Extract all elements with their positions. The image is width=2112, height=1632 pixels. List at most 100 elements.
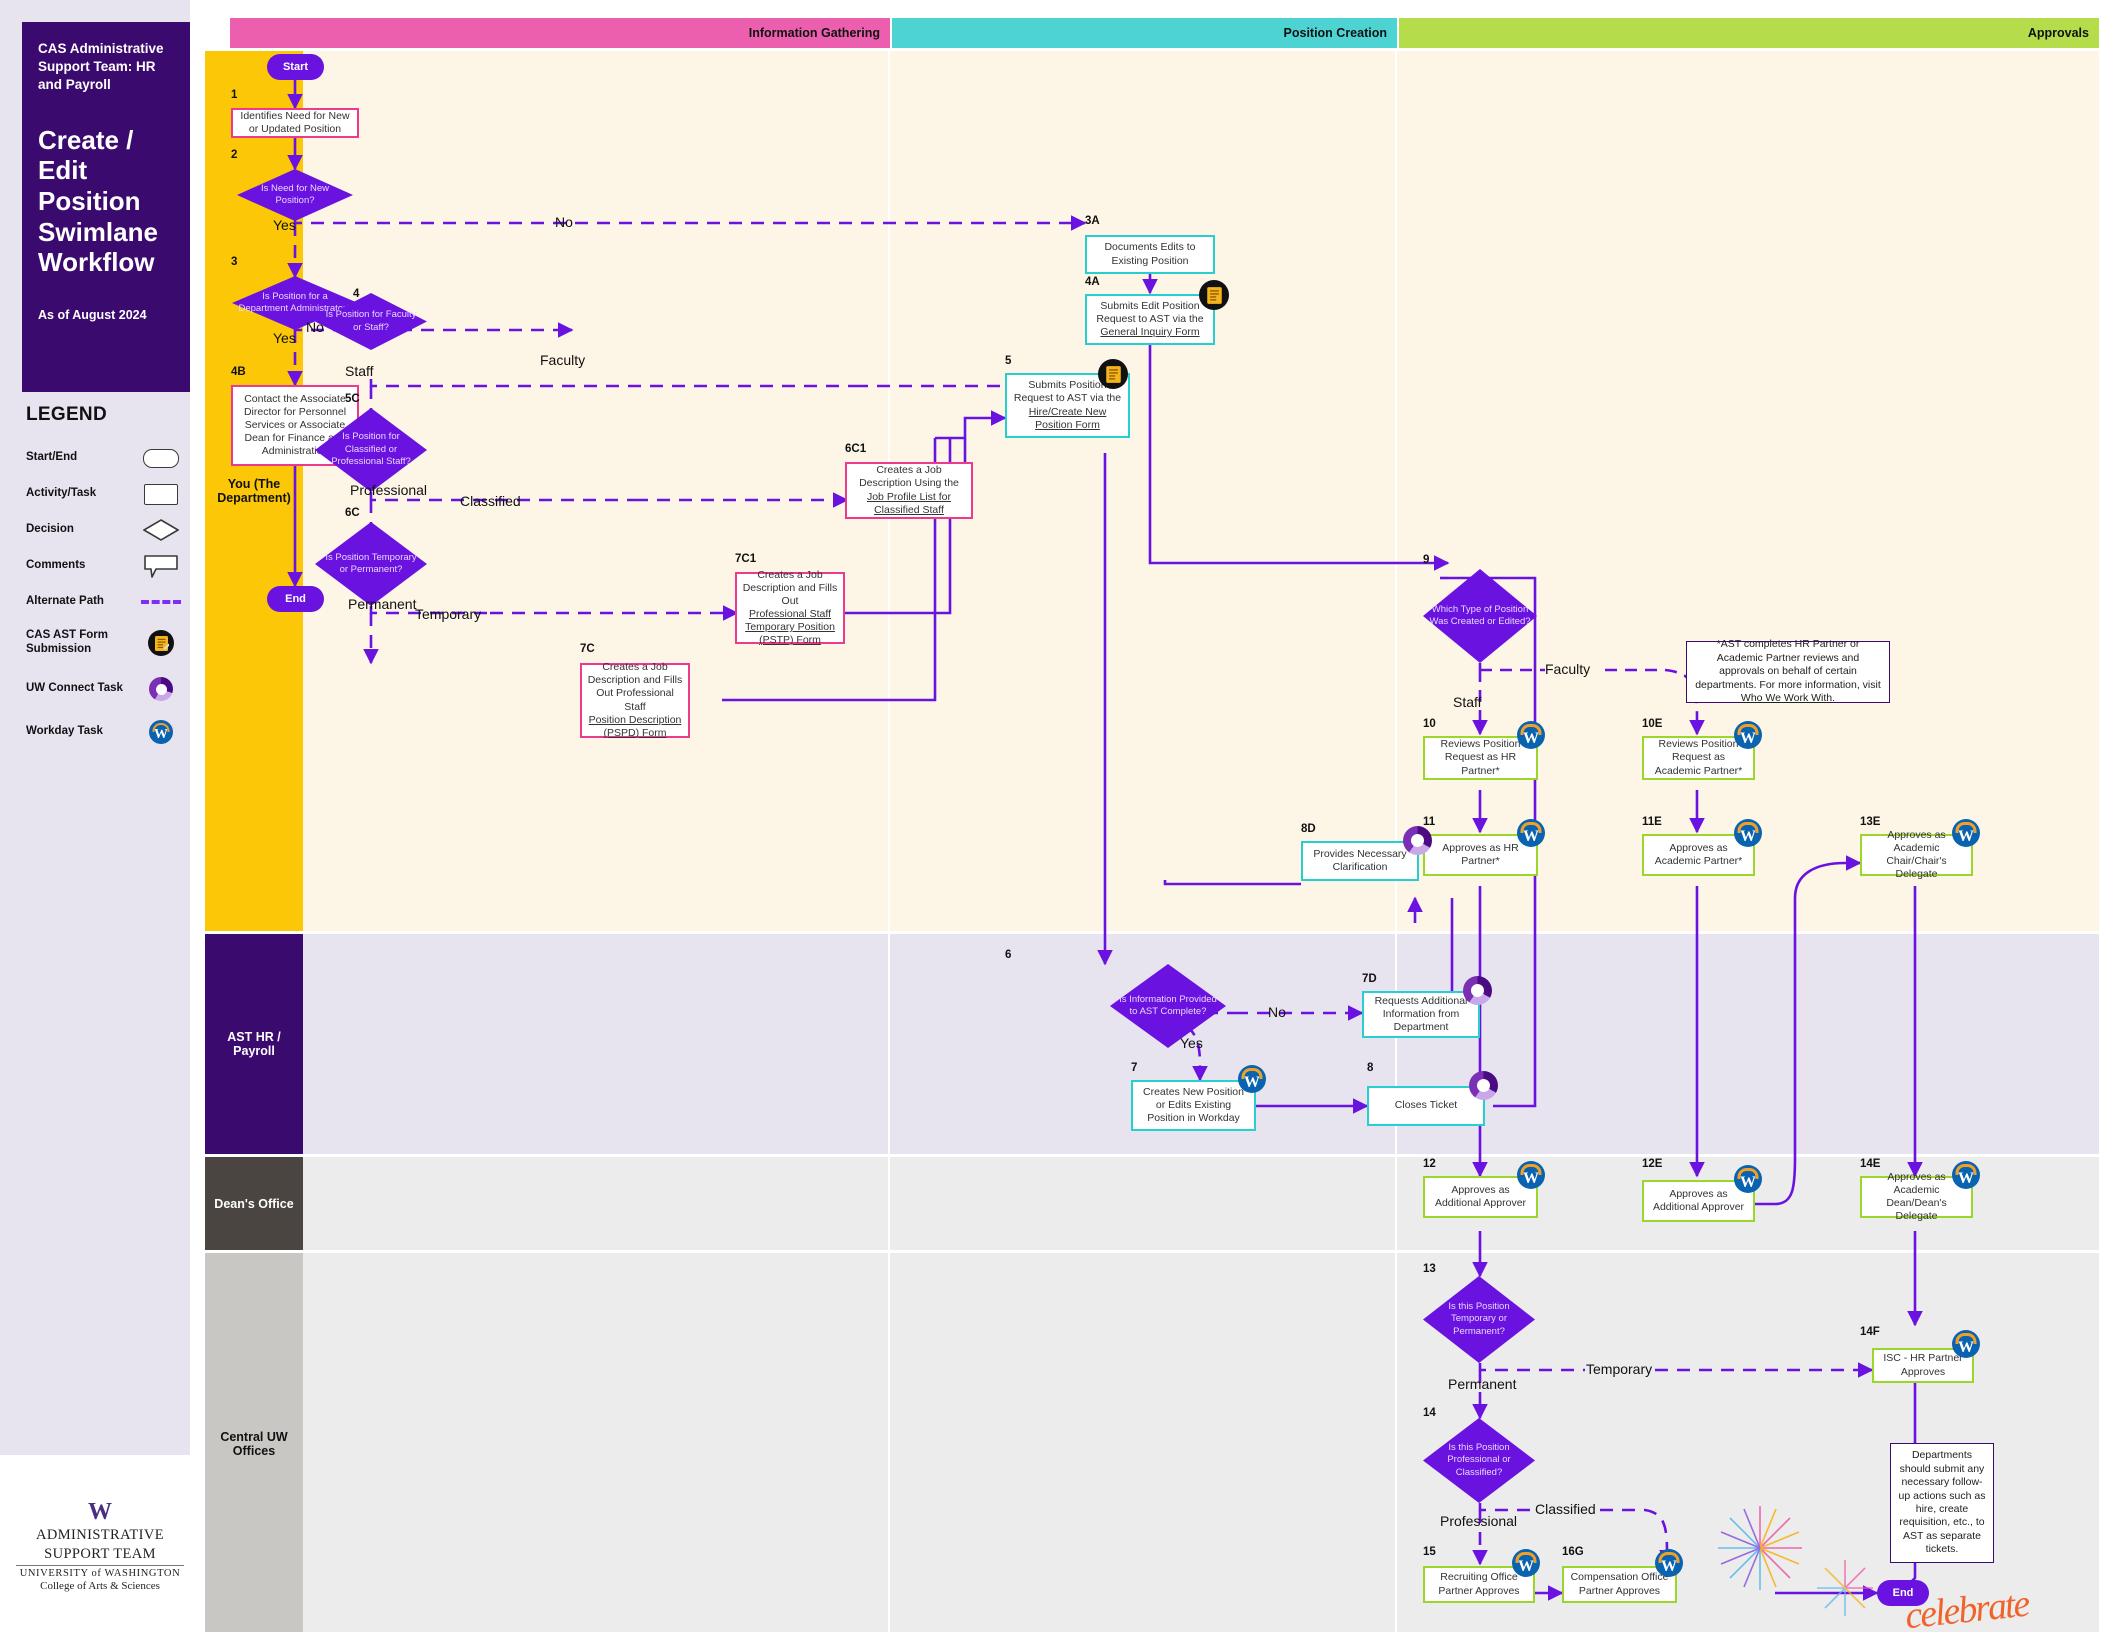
node-creates-jd-pspd: Creates a Job Description and Fills Out … <box>580 661 690 740</box>
legend-label: Comments <box>26 559 86 572</box>
end-terminator-left: End <box>267 586 324 612</box>
end-label: End <box>285 593 306 605</box>
node-text: Creates a Job Description and Fills Out … <box>587 661 683 713</box>
edge-label-faculty-2: Faculty <box>1545 661 1591 677</box>
as-of-date: As of August 2024 <box>38 308 147 323</box>
node-text: Is Need for New Position? <box>260 182 330 206</box>
comment-text: *AST completes HR Partner or Academic Pa… <box>1695 638 1881 691</box>
dashed-line-icon <box>138 600 184 604</box>
edge-label-classified-1: Classified <box>460 493 521 509</box>
edge-label-no-2: No <box>306 319 324 335</box>
node-tag-1: 1 <box>231 89 238 101</box>
general-inquiry-form-link[interactable]: General Inquiry Form <box>1100 326 1199 339</box>
workday-icon: W <box>1734 1165 1762 1193</box>
legend-item-activity: Activity/Task <box>22 476 190 512</box>
edge-label-permanent-2: Permanent <box>1448 1376 1517 1392</box>
node-tag-14F: 14F <box>1860 1326 1880 1338</box>
start-label: Start <box>282 61 309 73</box>
node-text: Creates New Position or Edits Existing P… <box>1143 1085 1244 1125</box>
node-tag-5: 5 <box>1005 355 1012 367</box>
workday-icon: W <box>1517 721 1545 749</box>
left-panel: CAS Administrative Support Team: HR and … <box>0 0 190 1592</box>
node-tag-12E: 12E <box>1642 1158 1663 1170</box>
node-documents-edits: Documents Edits to Existing Position <box>1085 235 1215 274</box>
node-tag-16G: 16G <box>1562 1546 1584 1558</box>
edge-label-classified-2: Classified <box>1535 1501 1596 1517</box>
node-text: Which Type of Position Was Created or Ed… <box>1429 603 1531 627</box>
node-tag-14E: 14E <box>1860 1158 1881 1170</box>
node-creates-jd-pstp: Creates a Job Description and Fills Out … <box>735 568 845 647</box>
uw-connect-icon <box>1403 826 1432 855</box>
job-profile-list-link[interactable]: Job Profile List for Classified Staff <box>852 491 966 517</box>
node-text: Approves as HR Partner* <box>1442 841 1519 867</box>
edge-label-staff-2: Staff <box>1453 694 1482 710</box>
workday-icon: W <box>1952 819 1980 847</box>
edge-label-yes-1: Yes <box>273 217 296 233</box>
node-text: Is this Position Temporary or Permanent? <box>1448 1300 1510 1337</box>
legend-item-uw-connect: UW Connect Task <box>22 666 190 712</box>
legend-label: Decision <box>26 523 74 536</box>
node-text: Provides Necessary Clarification <box>1313 847 1407 873</box>
legend-label: CAS AST Form Submission <box>26 629 108 655</box>
comment-text-end: . <box>1832 692 1836 705</box>
comment-followup-actions: Departments should submit any necessary … <box>1890 1443 1994 1563</box>
node-tag-4A: 4A <box>1085 276 1100 288</box>
node-tag-6C1: 6C1 <box>845 443 867 455</box>
node-tag-4: 4 <box>353 288 360 300</box>
pspd-form-link[interactable]: Position Description (PSPD) Form <box>587 714 683 740</box>
hire-create-position-form-link[interactable]: Hire/Create New Position Form <box>1012 406 1123 432</box>
uw-connect-icon <box>138 677 184 701</box>
node-tag-11E: 11E <box>1642 816 1662 828</box>
pstp-form-link[interactable]: Professional Staff Temporary Position (P… <box>742 608 838 647</box>
start-terminator: Start <box>267 54 324 80</box>
workday-icon: W <box>1655 1549 1683 1577</box>
node-tag-6: 6 <box>1005 949 1012 961</box>
node-text: Documents Edits to Existing Position <box>1104 241 1196 267</box>
legend-label: UW Connect Task <box>26 682 123 695</box>
node-tag-10: 10 <box>1423 718 1436 730</box>
uw-w-mark: W <box>88 1499 112 1525</box>
edge-label-temporary-2: Temporary <box>1586 1361 1653 1377</box>
legend-item-start-end: Start/End <box>22 440 190 476</box>
edge-label-professional-1: Professional <box>350 482 428 498</box>
decision-is-information-complete: Is Information Provided to AST Complete? <box>1110 964 1226 1048</box>
node-text: Identifies Need for New or Updated Posit… <box>240 109 350 135</box>
callout-shape-icon <box>138 554 184 578</box>
title-block: CAS Administrative Support Team: HR and … <box>22 22 190 392</box>
workday-icon: W <box>1238 1065 1266 1093</box>
node-tag-5C: 5C <box>345 393 360 405</box>
node-tag-8: 8 <box>1367 1062 1374 1074</box>
node-tag-3: 3 <box>231 256 238 268</box>
node-text: Creates a Job Description Using the <box>859 464 959 490</box>
form-submission-icon <box>1199 280 1229 310</box>
node-text: Requests Additional Information from Dep… <box>1374 994 1468 1034</box>
edge-label-yes-2: Yes <box>273 330 296 346</box>
legend: LEGEND Start/End Activity/Task Decision … <box>22 392 190 752</box>
decision-faculty-or-staff: Is Position for Faculty or Staff? <box>315 293 427 350</box>
node-text: Closes Ticket <box>1394 1099 1458 1112</box>
node-tag-13: 13 <box>1423 1263 1436 1275</box>
diamond-shape-icon <box>138 519 184 541</box>
legend-label: Alternate Path <box>26 595 104 608</box>
edge-label-temporary-1: Temporary <box>415 606 482 622</box>
logo-line-2: SUPPORT TEAM <box>44 1546 156 1563</box>
rounded-rectangle-shape-icon <box>138 448 184 468</box>
edge-label-staff-1: Staff <box>345 363 374 379</box>
decision-is-need-for-new-position: Is Need for New Position? <box>237 169 353 221</box>
node-text: Creates a Job Description and Fills Out <box>742 568 838 607</box>
node-submits-edit-position-request: Submits Edit Position Request to AST via… <box>1085 294 1215 345</box>
node-tag-15: 15 <box>1423 1546 1436 1558</box>
workday-icon: W <box>1734 721 1762 749</box>
workday-icon: W <box>1512 1549 1540 1577</box>
legend-item-workday: Workday Task W <box>22 712 190 752</box>
legend-item-alternate-path: Alternate Path <box>22 584 190 620</box>
edge-label-no-3: No <box>1268 1004 1286 1020</box>
decision-position-professional-or-classified: Is this Position Professional or Classif… <box>1423 1418 1535 1503</box>
workday-icon: W <box>1952 1161 1980 1189</box>
who-we-work-with-link[interactable]: Who We Work With <box>1741 692 1832 704</box>
node-tag-3A: 3A <box>1085 215 1100 227</box>
node-provides-necessary-clarification: Provides Necessary Clarification <box>1301 841 1419 881</box>
node-tag-9: 9 <box>1423 554 1430 566</box>
node-text: Approves as Additional Approver <box>1434 1183 1527 1209</box>
comment-text: Departments should submit any necessary … <box>1898 1449 1986 1556</box>
